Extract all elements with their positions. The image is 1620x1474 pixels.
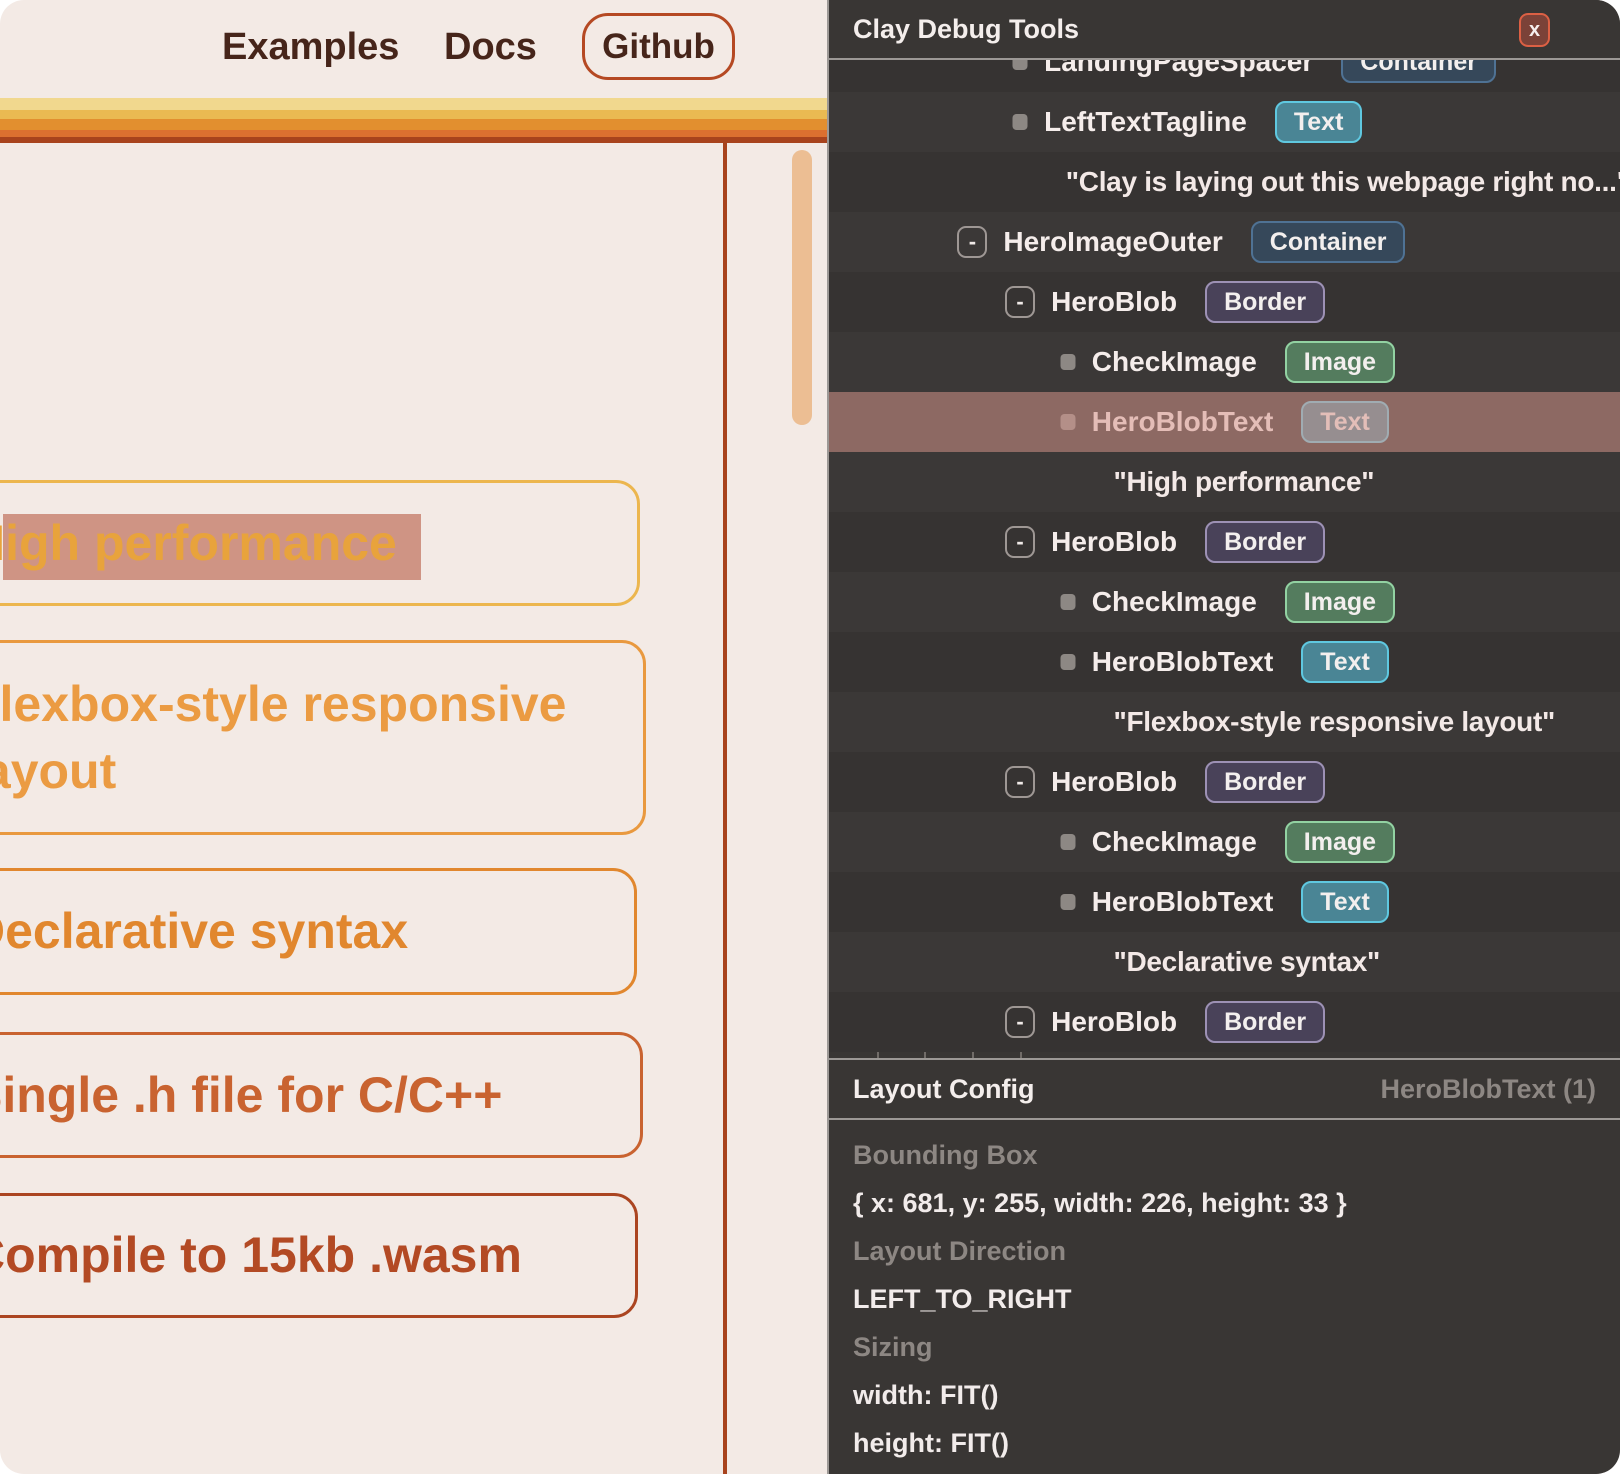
nav-link-examples[interactable]: Examples (222, 26, 399, 69)
tree-row-heroblob[interactable]: -HeroBlob Border (829, 752, 1620, 812)
stripe-band (0, 98, 827, 110)
tree-row-text-content[interactable]: "Clay is laying out this webpage right n… (829, 152, 1620, 212)
config-value: width: FIT() (853, 1371, 1596, 1419)
element-type-badge: Border (1205, 761, 1325, 803)
tree-row-landingpagespacer[interactable]: LandingPageSpacer Container (829, 60, 1620, 92)
close-button[interactable]: x (1519, 13, 1550, 47)
page-scrollbar-thumb[interactable] (792, 150, 812, 425)
element-type-badge: Border (1205, 521, 1325, 563)
stripe-band (0, 137, 827, 143)
clay-website-with-debugger: Examples Docs Github High performance Fl… (0, 0, 1620, 1474)
config-value: height: FIT() (853, 1419, 1596, 1467)
element-type-badge: Border (1205, 281, 1325, 323)
text-content-preview: "Clay is laying out this webpage right n… (1066, 166, 1620, 198)
tree-row-heroblob[interactable]: -HeroBlob Border (829, 992, 1620, 1052)
element-name: CheckImage (1092, 826, 1257, 858)
element-name: HeroBlobText (1092, 886, 1274, 918)
clay-debug-panel: Clay Debug Tools x LandingPageSpacer Cont… (827, 0, 1620, 1474)
element-tree: LandingPageSpacer Container LeftTextTaglin… (829, 60, 1620, 1058)
element-type-badge: Text (1301, 641, 1389, 683)
feature-blob-single-header: Single .h file for C/C++ (0, 1032, 643, 1158)
layout-config-header: Layout Config HeroBlobText (1) (829, 1058, 1620, 1120)
leaf-node-icon (1060, 654, 1075, 670)
element-name: LeftTextTagline (1044, 106, 1247, 138)
element-name: LandingPageSpacer (1044, 60, 1313, 78)
feature-blob-flexbox: Flexbox-style responsive layout (0, 640, 646, 835)
selected-element-label: HeroBlobText (1) (1380, 1074, 1596, 1105)
page-column-divider (723, 143, 727, 1474)
text-content-preview: "Flexbox-style responsive layout" (1114, 706, 1555, 738)
close-icon: x (1529, 19, 1540, 42)
github-button[interactable]: Github (582, 13, 735, 80)
tree-row-heroimageouter[interactable]: -HeroImageOuter Container (829, 212, 1620, 272)
element-type-badge: Image (1285, 821, 1395, 863)
feature-blob-high-performance: High performance (0, 480, 640, 606)
element-name: HeroBlob (1051, 1006, 1177, 1038)
landing-page: Examples Docs Github High performance Fl… (0, 0, 827, 1474)
element-type-badge: Image (1285, 341, 1395, 383)
leaf-node-icon (1060, 594, 1075, 610)
element-name: CheckImage (1092, 586, 1257, 618)
tree-row-text-content[interactable]: "Flexbox-style responsive layout" (829, 692, 1620, 752)
text-content-preview: "Declarative syntax" (1114, 946, 1380, 978)
feature-blob-text: Compile to 15kb .wasm (0, 1222, 635, 1289)
nav-link-docs[interactable]: Docs (444, 26, 537, 69)
tree-row-heroblob[interactable]: -HeroBlob Border (829, 272, 1620, 332)
feature-blob-text: High performance (0, 510, 637, 577)
tree-row-heroblobtext[interactable]: HeroBlobText Text (829, 872, 1620, 932)
config-value: { x: 681, y: 255, width: 226, height: 33… (853, 1179, 1596, 1227)
tree-row-lefttexttagline[interactable]: LeftTextTagline Text (829, 92, 1620, 152)
tree-row-text-content[interactable]: "Declarative syntax" (829, 932, 1620, 992)
collapse-toggle-icon[interactable]: - (1005, 526, 1035, 558)
feature-blob-text: Single .h file for C/C++ (0, 1062, 640, 1129)
element-type-badge: Text (1275, 101, 1363, 143)
tree-row-heroblob[interactable]: -HeroBlob Border (829, 512, 1620, 572)
tree-row-heroblobtext[interactable]: HeroBlobText Text (829, 632, 1620, 692)
feature-blob-wasm: Compile to 15kb .wasm (0, 1193, 638, 1318)
element-type-badge: Container (1341, 60, 1496, 83)
tree-row-checkimage[interactable]: CheckImage Image (829, 812, 1620, 872)
layout-config-body: Bounding Box{ x: 681, y: 255, width: 226… (853, 1122, 1596, 1467)
leaf-node-icon (1013, 60, 1028, 70)
feature-blob-text: Flexbox-style responsive layout (0, 671, 643, 805)
tree-row-checkimage[interactable]: CheckImage Image (829, 572, 1620, 632)
tree-row-checkimage[interactable]: CheckImage Image (829, 332, 1620, 392)
retro-stripe-banner (0, 98, 827, 143)
text-content-preview: "High performance" (1114, 466, 1375, 498)
stripe-band (0, 130, 827, 137)
collapse-toggle-icon[interactable]: - (1005, 766, 1035, 798)
element-name: CheckImage (1092, 346, 1257, 378)
collapse-toggle-icon[interactable]: - (1005, 1006, 1035, 1038)
stripe-band (0, 119, 827, 130)
element-name: HeroBlob (1051, 766, 1177, 798)
leaf-node-icon (1013, 114, 1028, 130)
element-type-badge: Image (1285, 581, 1395, 623)
element-name: HeroBlobText (1092, 646, 1274, 678)
config-section-label: Sizing (853, 1323, 1596, 1371)
feature-blob-text: Declarative syntax (0, 898, 634, 965)
leaf-node-icon (1060, 894, 1075, 910)
selected-row-highlight (829, 392, 1620, 452)
collapse-toggle-icon[interactable]: - (1005, 286, 1035, 318)
element-name: HeroBlob (1051, 286, 1177, 318)
element-type-badge: Container (1251, 221, 1406, 263)
collapse-toggle-icon[interactable]: - (957, 226, 987, 258)
element-name: HeroImageOuter (1003, 226, 1222, 258)
debug-panel-header: Clay Debug Tools x (829, 0, 1620, 60)
element-type-badge: Text (1301, 881, 1389, 923)
debug-panel-title: Clay Debug Tools (853, 14, 1079, 45)
stripe-band (0, 110, 827, 119)
config-value: LEFT_TO_RIGHT (853, 1275, 1596, 1323)
layout-config-title: Layout Config (853, 1074, 1034, 1105)
config-section-label: Bounding Box (853, 1131, 1596, 1179)
tree-row-heroblobtext[interactable]: HeroBlobTextText (829, 392, 1620, 452)
tree-row-text-content[interactable]: "High performance" (829, 452, 1620, 512)
element-type-badge: Border (1205, 1001, 1325, 1043)
leaf-node-icon (1060, 834, 1075, 850)
feature-blob-declarative: Declarative syntax (0, 868, 637, 995)
leaf-node-icon (1060, 354, 1075, 370)
element-name: HeroBlob (1051, 526, 1177, 558)
config-section-label: Layout Direction (853, 1227, 1596, 1275)
